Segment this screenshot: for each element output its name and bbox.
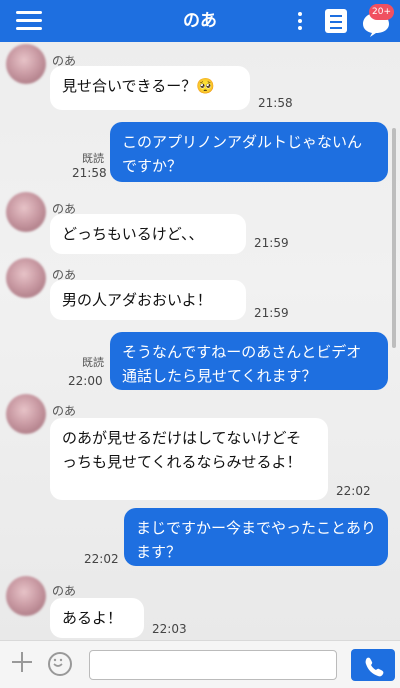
message-time: 22:03 — [152, 622, 187, 636]
hamburger-icon[interactable] — [16, 11, 42, 31]
message-time: 21:58 — [72, 166, 107, 180]
top-bar: のあ 20+ — [0, 0, 400, 42]
message-time: 21:59 — [254, 306, 289, 320]
message-time: 22:02 — [84, 552, 119, 566]
sender-name: のあ — [52, 584, 77, 598]
composer-bar — [0, 640, 400, 688]
message-time: 22:02 — [336, 484, 371, 498]
avatar[interactable] — [6, 394, 46, 434]
message-bubble-incoming[interactable]: 見せ合いできるー？🥺 — [50, 66, 250, 110]
plus-icon[interactable] — [10, 650, 34, 674]
message-bubble-outgoing[interactable]: このアプリノンアダルトじゃないんですか？ — [110, 122, 388, 182]
message-time: 21:58 — [258, 96, 293, 110]
message-input[interactable] — [89, 650, 337, 680]
avatar[interactable] — [6, 258, 46, 298]
phone-icon[interactable] — [351, 649, 395, 681]
sender-name: のあ — [52, 404, 77, 418]
chat-area[interactable]: のあ 見せ合いできるー？🥺 21:58 既読 21:58 このアプリノンアダルト… — [0, 42, 400, 640]
avatar[interactable] — [6, 192, 46, 232]
smiley-icon[interactable] — [48, 652, 72, 676]
avatar[interactable] — [6, 576, 46, 616]
message-time: 21:59 — [254, 236, 289, 250]
notification-badge: 20+ — [369, 4, 394, 20]
avatar[interactable] — [6, 44, 46, 84]
kebab-icon[interactable] — [296, 12, 304, 32]
document-icon[interactable] — [325, 9, 347, 33]
read-receipt: 既読 — [82, 356, 104, 369]
message-bubble-incoming[interactable]: あるよ！ — [50, 598, 144, 638]
scrollbar[interactable] — [392, 128, 396, 348]
message-bubble-incoming[interactable]: どっちもいるけど、、 — [50, 214, 246, 254]
message-bubble-incoming[interactable]: のあが見せるだけはしてないけどそっちも見せてくれるならみせるよ！ — [50, 418, 328, 500]
chat-app: のあ 20+ のあ 見せ合いできるー？🥺 21:58 既読 21:58 このアプ… — [0, 0, 400, 688]
message-time: 22:00 — [68, 374, 103, 388]
message-bubble-outgoing[interactable]: まじですかー今までやったことあります？ — [124, 508, 388, 566]
read-receipt: 既読 — [82, 152, 104, 165]
message-bubble-outgoing[interactable]: そうなんですねーのあさんとビデオ通話したら見せてくれます？ — [110, 332, 388, 390]
message-bubble-incoming[interactable]: 男の人アダおおいよ！ — [50, 280, 246, 320]
